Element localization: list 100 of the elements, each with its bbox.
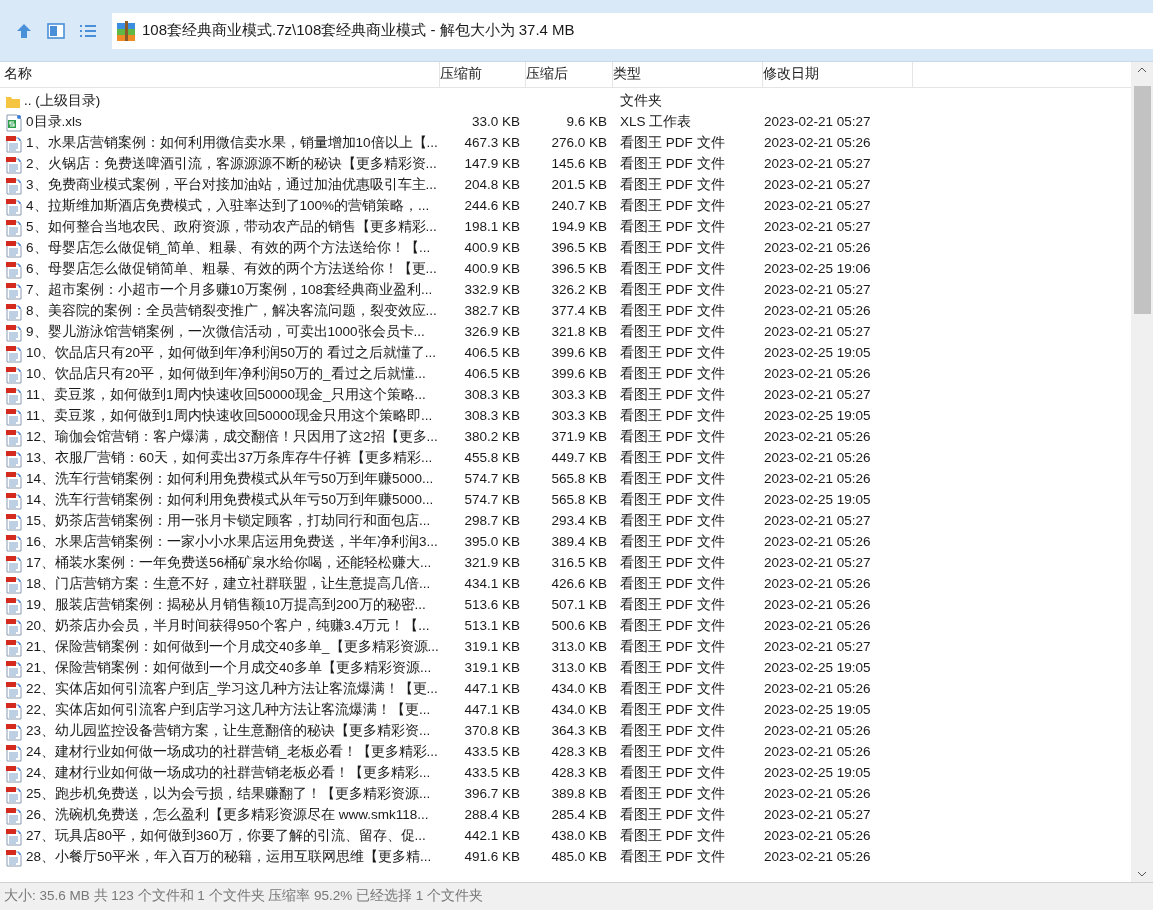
scrollbar[interactable] <box>1131 62 1153 882</box>
pdf-file-icon <box>5 848 23 867</box>
file-name[interactable]: 18、门店营销方案：生意不好，建立社群联盟，让生意提高几倍... <box>26 574 431 595</box>
column-header[interactable]: 压缩前 <box>440 62 526 87</box>
file-name[interactable]: 24、建材行业如何做一场成功的社群营销_老板必看！【更多精彩... <box>26 742 438 763</box>
file-name[interactable]: 28、小餐厅50平米，年入百万的秘籍，运用互联网思维【更多精... <box>26 847 432 868</box>
size-after: 303.3 KB <box>551 386 607 405</box>
pdf-file-icon <box>5 806 23 825</box>
file-name[interactable]: 9、婴儿游泳馆营销案例，一次微信活动，可卖出1000张会员卡... <box>26 322 425 343</box>
file-type: 看图王 PDF 文件 <box>620 303 725 319</box>
size-after: 396.5 KB <box>551 239 607 258</box>
size-after: 9.6 KB <box>566 113 607 132</box>
file-name[interactable]: 24、建材行业如何做一场成功的社群营销老板必看！【更多精彩... <box>26 763 431 784</box>
scroll-up-icon[interactable] <box>1137 66 1147 74</box>
file-name[interactable]: 14、洗车行营销案例：如何利用免费模式从年亏50万到年赚5000... <box>26 490 434 511</box>
file-type: 看图王 PDF 文件 <box>620 534 725 550</box>
file-type: 看图王 PDF 文件 <box>620 765 725 781</box>
file-name[interactable]: 21、保险营销案例：如何做到一个月成交40多单_【更多精彩资源... <box>26 637 439 658</box>
file-name[interactable]: 20、奶茶店办会员，半月时间获得950个客户，纯赚3.4万元！【... <box>26 616 430 637</box>
file-name[interactable]: 8、美容院的案例：全员营销裂变推广，解决客流问题，裂变效应... <box>26 301 437 322</box>
modified-date: 2023-02-21 05:26 <box>764 135 871 151</box>
file-name[interactable]: 14、洗车行营销案例：如何利用免费模式从年亏50万到年赚5000... <box>26 469 434 490</box>
size-before: 396.7 KB <box>464 785 520 804</box>
file-name[interactable]: 4、拉斯维加斯酒店免费模式，入驻率达到了100%的营销策略，... <box>26 196 430 217</box>
pdf-file-icon <box>5 281 23 300</box>
spreadsheet-file-icon <box>5 113 23 132</box>
size-before: 147.9 KB <box>464 155 520 174</box>
file-name[interactable]: 26、洗碗机免费送，怎么盈利【更多精彩资源尽在 www.smk118... <box>26 805 429 826</box>
file-name[interactable]: 3、免费商业模式案例，平台对接加油站，通过加油优惠吸引车主... <box>26 175 437 196</box>
archive-path: 108套经典商业模式.7z\108套经典商业模式 - 解包大小为 37.4 MB <box>142 20 575 41</box>
file-name[interactable]: 6、母婴店怎么做促销简单、粗暴、有效的两个方法送给你！【更... <box>26 259 437 280</box>
size-after: 438.0 KB <box>551 827 607 846</box>
size-before: 513.1 KB <box>464 617 520 636</box>
file-type: 看图王 PDF 文件 <box>620 429 725 445</box>
file-type: 看图王 PDF 文件 <box>620 786 725 802</box>
file-name[interactable]: 22、实体店如何引流客户到店_学习这几种方法让客流爆满！【更... <box>26 679 438 700</box>
address-bar[interactable]: 108套经典商业模式.7z\108套经典商业模式 - 解包大小为 37.4 MB <box>112 12 1153 49</box>
file-name[interactable]: 13、衣服厂营销：60天，如何卖出37万条库存牛仔裤【更多精彩... <box>26 448 433 469</box>
file-name[interactable]: 16、水果店营销案例：一家小小水果店运用免费送，半年净利润3... <box>26 532 438 553</box>
file-type: 看图王 PDF 文件 <box>620 366 725 382</box>
file-name[interactable]: 22、实体店如何引流客户到店学习这几种方法让客流爆满！【更... <box>26 700 431 721</box>
file-type: 看图王 PDF 文件 <box>620 240 725 256</box>
file-name[interactable]: 21、保险营销案例：如何做到一个月成交40多单【更多精彩资源... <box>26 658 432 679</box>
modified-date: 2023-02-21 05:27 <box>764 513 871 529</box>
modified-date: 2023-02-21 05:26 <box>764 681 871 697</box>
file-name[interactable]: 25、跑步机免费送，以为会亏损，结果赚翻了！【更多精彩资源... <box>26 784 431 805</box>
pdf-file-icon <box>5 617 23 636</box>
file-type: 看图王 PDF 文件 <box>620 597 725 613</box>
file-name[interactable]: 10、饮品店只有20平，如何做到年净利润50万的_看过之后就懂... <box>26 364 426 385</box>
file-name[interactable]: 10、饮品店只有20平，如何做到年净利润50万的 看过之后就懂了... <box>26 343 437 364</box>
pdf-file-icon <box>5 512 23 531</box>
column-header[interactable]: 压缩后 <box>526 62 613 87</box>
size-before: 442.1 KB <box>464 827 520 846</box>
file-name[interactable]: 7、超市案例：小超市一个月多赚10万案例，108套经典商业盈利... <box>26 280 433 301</box>
file-name[interactable]: 17、桶装水案例：一年免费送56桶矿泉水给你喝，还能轻松赚大... <box>26 553 432 574</box>
pdf-file-icon <box>5 827 23 846</box>
modified-date: 2023-02-25 19:05 <box>764 408 871 424</box>
file-name[interactable]: 23、幼儿园监控设备营销方案，让生意翻倍的秘诀【更多精彩资... <box>26 721 431 742</box>
modified-date: 2023-02-25 19:05 <box>764 702 871 718</box>
file-name[interactable]: 0目录.xls <box>26 112 82 133</box>
file-name[interactable]: 27、玩具店80平，如何做到360万，你要了解的引流、留存、促... <box>26 826 426 847</box>
scroll-down-icon[interactable] <box>1137 870 1147 878</box>
size-before: 380.2 KB <box>464 428 520 447</box>
file-name[interactable]: 5、如何整合当地农民、政府资源，带动农产品的销售【更多精彩... <box>26 217 437 238</box>
file-type: 看图王 PDF 文件 <box>620 849 725 865</box>
size-before: 455.8 KB <box>464 449 520 468</box>
panel-view-icon[interactable] <box>46 20 66 41</box>
scroll-thumb[interactable] <box>1133 86 1151 314</box>
size-after: 500.6 KB <box>551 617 607 636</box>
file-type: 看图王 PDF 文件 <box>620 702 725 718</box>
file-name[interactable]: 6、母婴店怎么做促销_简单、粗暴、有效的两个方法送给你！【... <box>26 238 431 259</box>
pdf-file-icon <box>5 638 23 657</box>
modified-date: 2023-02-21 05:26 <box>764 828 871 844</box>
file-type: 看图王 PDF 文件 <box>620 639 725 655</box>
file-name[interactable]: 15、奶茶店营销案例：用一张月卡锁定顾客，打劫同行和面包店... <box>26 511 431 532</box>
file-name[interactable]: 1、水果店营销案例：如何利用微信卖水果，销量增加10倍以上【... <box>26 133 438 154</box>
file-name[interactable]: 2、火锅店：免费送啤酒引流，客源源源不断的秘诀【更多精彩资... <box>26 154 437 175</box>
size-before: 447.1 KB <box>464 701 520 720</box>
modified-date: 2023-02-21 05:27 <box>764 807 871 823</box>
column-header[interactable]: 修改日期 <box>763 62 913 87</box>
modified-date: 2023-02-21 05:26 <box>764 534 871 550</box>
size-before: 198.1 KB <box>464 218 520 237</box>
modified-date: 2023-02-21 05:26 <box>764 723 871 739</box>
file-name[interactable]: .. (上级目录) <box>24 91 101 112</box>
file-type: 看图王 PDF 文件 <box>620 660 725 676</box>
size-before: 33.0 KB <box>471 113 520 132</box>
column-header[interactable]: 类型 <box>613 62 763 87</box>
file-name[interactable]: 11、卖豆浆，如何做到1周内快速收回50000现金_只用这个策略... <box>26 385 426 406</box>
size-after: 426.6 KB <box>551 575 607 594</box>
modified-date: 2023-02-21 05:26 <box>764 450 871 466</box>
file-name[interactable]: 11、卖豆浆，如何做到1周内快速收回50000现金只用这个策略即... <box>26 406 433 427</box>
size-after: 371.9 KB <box>551 428 607 447</box>
pdf-file-icon <box>5 491 23 510</box>
file-name[interactable]: 19、服装店营销案例：揭秘从月销售额10万提高到200万的秘密... <box>26 595 426 616</box>
file-name[interactable]: 12、瑜伽会馆营销：客户爆满，成交翻倍！只因用了这2招【更多... <box>26 427 438 448</box>
size-after: 326.2 KB <box>551 281 607 300</box>
column-header[interactable]: 名称 <box>0 62 440 87</box>
size-after: 399.6 KB <box>551 365 607 384</box>
pdf-file-icon <box>5 155 23 174</box>
pdf-file-icon <box>5 407 23 426</box>
